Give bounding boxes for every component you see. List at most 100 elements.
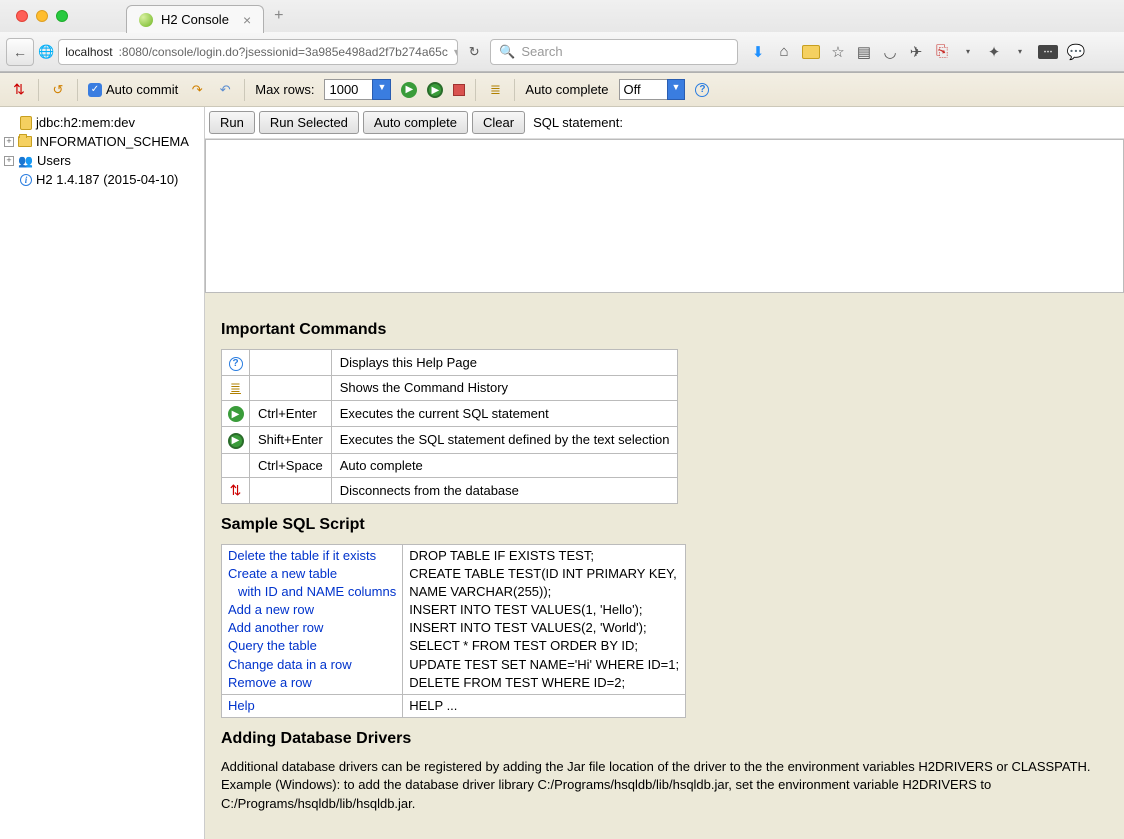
script-sql-line: INSERT INTO TEST VALUES(1, 'Hello'); — [409, 601, 679, 619]
script-link[interactable]: Add another row — [228, 619, 396, 637]
script-link[interactable]: Create a new table — [228, 565, 396, 583]
url-input[interactable]: localhost:8080/console/login.do?jsession… — [58, 39, 458, 65]
script-link[interactable]: with ID and NAME columns — [228, 583, 396, 601]
history-button[interactable]: ≣ — [486, 81, 504, 99]
tab-bar: H2 Console × + — [0, 0, 1124, 32]
cmd-desc-cell: Executes the current SQL statement — [331, 400, 678, 427]
new-tab-button[interactable]: + — [264, 7, 293, 25]
help-link[interactable]: Help — [228, 697, 396, 715]
brush-icon[interactable]: ✦ — [986, 44, 1002, 60]
pdf-icon[interactable]: ⎘ — [934, 44, 950, 60]
tree-version[interactable]: i H2 1.4.187 (2015-04-10) — [4, 170, 200, 189]
address-bar: ← 🌐 localhost:8080/console/login.do?jses… — [0, 32, 1124, 72]
commands-row: ≣Shows the Command History — [222, 375, 678, 400]
tree-users-label: Users — [37, 153, 71, 168]
stop-button[interactable] — [453, 84, 465, 96]
script-link[interactable]: Query the table — [228, 637, 396, 655]
cmd-desc-cell: Disconnects from the database — [331, 477, 678, 503]
run-selected-button[interactable]: ▶ — [427, 81, 443, 99]
close-window-icon[interactable] — [16, 10, 28, 22]
cmd-desc-cell: Displays this Help Page — [331, 350, 678, 376]
script-sql-line: CREATE TABLE TEST(ID INT PRIMARY KEY, — [409, 565, 679, 583]
send-icon[interactable]: ✈ — [908, 44, 924, 60]
script-sql-line: SELECT * FROM TEST ORDER BY ID; — [409, 637, 679, 655]
script-link[interactable]: Change data in a row — [228, 656, 396, 674]
cmd-key-cell: Shift+Enter — [250, 427, 332, 454]
script-link[interactable]: Add a new row — [228, 601, 396, 619]
auto-commit-label: Auto commit — [106, 82, 178, 97]
cmd-key-cell — [250, 375, 332, 400]
menu-icon[interactable] — [1094, 44, 1110, 60]
commands-row: ▶Ctrl+EnterExecutes the current SQL stat… — [222, 400, 678, 427]
cmd-key-cell — [250, 477, 332, 503]
clear-button[interactable]: Clear — [472, 111, 525, 134]
auto-complete-value: Off — [619, 79, 667, 100]
pocket-icon[interactable]: ◡ — [882, 44, 898, 60]
extension-box-icon[interactable] — [802, 45, 820, 59]
sql-statement-label: SQL statement: — [533, 115, 623, 130]
run-sql-button[interactable]: Run — [209, 111, 255, 134]
minimize-window-icon[interactable] — [36, 10, 48, 22]
expand-icon[interactable]: + — [4, 137, 14, 147]
cmd-icon-cell: ▶ — [222, 427, 250, 454]
script-sql-line: DROP TABLE IF EXISTS TEST; — [409, 547, 679, 565]
auto-complete-label: Auto complete — [525, 82, 608, 97]
h2-toolbar: ⇅ ↺ ✓ Auto commit ↷ ↶ Max rows: 1000 ▼ ▶… — [0, 73, 1124, 107]
commit-button[interactable]: ↷ — [188, 81, 206, 99]
refresh-button[interactable]: ↺ — [49, 81, 67, 99]
checkbox-checked-icon: ✓ — [88, 83, 102, 97]
max-rows-select[interactable]: 1000 ▼ — [324, 79, 391, 100]
cmd-desc-cell: Auto complete — [331, 453, 678, 477]
tree-database[interactable]: jdbc:h2:mem:dev — [4, 113, 200, 132]
run-icon: ▶ — [228, 406, 244, 422]
maximize-window-icon[interactable] — [56, 10, 68, 22]
tree-schema-label: INFORMATION_SCHEMA — [36, 134, 189, 149]
expand-icon[interactable]: + — [4, 156, 14, 166]
site-identity-icon[interactable]: 🌐 — [38, 44, 54, 60]
content: Run Run Selected Auto complete Clear SQL… — [205, 107, 1124, 839]
auto-commit-checkbox[interactable]: ✓ Auto commit — [88, 82, 178, 97]
url-host: localhost — [65, 45, 112, 59]
back-button[interactable]: ← — [6, 38, 34, 66]
help-button[interactable]: ? — [695, 83, 709, 97]
downloads-icon[interactable]: ⬇ — [750, 44, 766, 60]
ext-dropdown-icon[interactable]: ▾ — [960, 44, 976, 60]
cmd-key-cell: Ctrl+Space — [250, 453, 332, 477]
cmd-icon-cell — [222, 453, 250, 477]
important-commands-heading: Important Commands — [221, 321, 1108, 339]
script-link[interactable]: Delete the table if it exists — [228, 547, 396, 565]
main: jdbc:h2:mem:dev + INFORMATION_SCHEMA + 👥… — [0, 107, 1124, 839]
url-dropdown-icon[interactable]: ▾ — [454, 45, 458, 59]
cmd-icon-cell: ≣ — [222, 375, 250, 400]
info-icon: i — [20, 174, 32, 186]
auto-complete-select[interactable]: Off ▼ — [619, 79, 686, 100]
search-placeholder: Search — [521, 44, 562, 59]
disconnect-button[interactable]: ⇅ — [10, 81, 28, 99]
script-link[interactable]: Remove a row — [228, 674, 396, 692]
cmd-key-cell — [250, 350, 332, 376]
tree-users[interactable]: + 👥 Users — [4, 151, 200, 170]
reload-button[interactable]: ↻ — [462, 44, 486, 60]
abp-icon[interactable]: ⋯ — [1038, 45, 1058, 59]
commands-row: ?Displays this Help Page — [222, 350, 678, 376]
home-icon[interactable]: ⌂ — [776, 44, 792, 60]
bookmark-star-icon[interactable]: ☆ — [830, 44, 846, 60]
disconnect-icon: ⇅ — [230, 482, 242, 498]
select-arrow-icon: ▼ — [667, 79, 686, 100]
drivers-heading: Adding Database Drivers — [221, 730, 1108, 748]
window-controls — [8, 10, 76, 22]
auto-complete-button[interactable]: Auto complete — [363, 111, 468, 134]
tree-schema[interactable]: + INFORMATION_SCHEMA — [4, 132, 200, 151]
script-sql-line: DELETE FROM TEST WHERE ID=2; — [409, 674, 679, 692]
run-selected-sql-button[interactable]: Run Selected — [259, 111, 359, 134]
search-input[interactable]: 🔍 Search — [490, 39, 738, 65]
chat-icon[interactable]: 💬 — [1068, 44, 1084, 60]
rollback-button[interactable]: ↶ — [216, 81, 234, 99]
run-button[interactable]: ▶ — [401, 82, 417, 98]
tab-close-icon[interactable]: × — [243, 12, 251, 28]
browser-tab[interactable]: H2 Console × — [126, 5, 264, 33]
help-sql: HELP ... — [403, 695, 686, 718]
ext-dropdown2-icon[interactable]: ▾ — [1012, 44, 1028, 60]
sql-textarea[interactable] — [205, 139, 1124, 293]
reader-icon[interactable]: ▤ — [856, 44, 872, 60]
